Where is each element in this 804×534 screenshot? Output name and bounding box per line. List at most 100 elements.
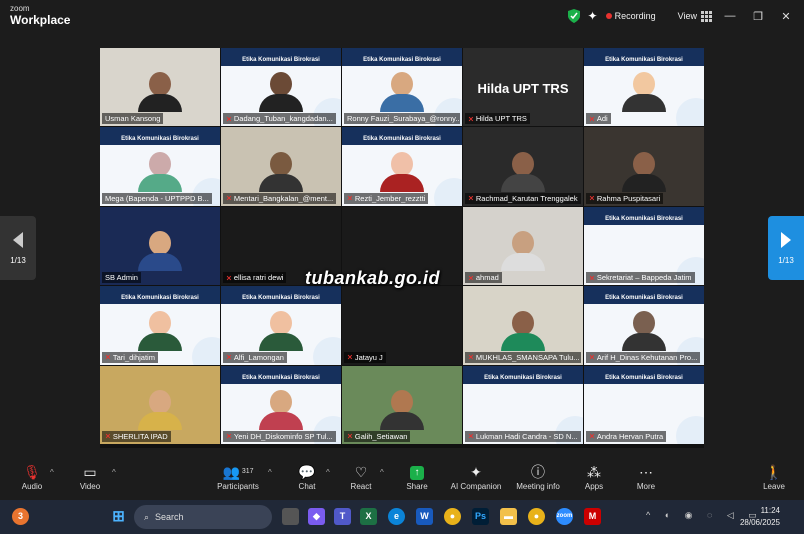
- participant-name: Alfi_Lamongan: [233, 352, 284, 362]
- weather-icon[interactable]: 3: [12, 508, 29, 525]
- system-clock[interactable]: 11:24 28/06/2025: [740, 505, 780, 529]
- file-explorer-icon[interactable]: ▬: [500, 508, 517, 525]
- close-icon[interactable]: ✕: [776, 10, 796, 23]
- participant-name: Lukman Hadi Candra - SD N...: [475, 431, 578, 441]
- windows-taskbar: 3 ⊞ ⌕ Search ◆ T X e W ● Ps ▬ ● zoom M ^…: [0, 500, 804, 534]
- participant-tile[interactable]: Etika Komunikasi Birokrasi ⨯ Tari_dihjatim: [100, 286, 220, 365]
- edge-icon[interactable]: e: [388, 508, 405, 525]
- participant-tile[interactable]: Etika Komunikasi Birokrasi ⨯ Yeni DH_Disko…: [221, 365, 341, 444]
- participant-tile[interactable]: ⨯ Mentari_Bangkalan_@ment...: [221, 127, 341, 206]
- previous-page-button[interactable]: 1/13: [0, 216, 36, 280]
- ai-companion-button[interactable]: ✦ AI Companion: [446, 462, 506, 491]
- participant-video: [501, 231, 545, 272]
- participant-video: [259, 151, 303, 192]
- mcafee-icon[interactable]: M: [584, 508, 601, 525]
- mic-muted-icon: ⨯: [347, 195, 353, 203]
- participant-tile[interactable]: Etika Komunikasi Birokrasi ⨯ Dadang_Tuban_…: [221, 48, 341, 127]
- participant-tile[interactable]: ⨯ Rachmad_Karutan Trenggalek: [463, 127, 583, 206]
- copilot-icon[interactable]: ◆: [308, 508, 325, 525]
- participants-button[interactable]: 👥 317 Participants: [208, 462, 268, 491]
- participant-tile[interactable]: Etika Komunikasi Birokrasi Mega (Bapenda …: [100, 127, 220, 206]
- participant-video: [622, 151, 666, 192]
- mic-muted-icon: ⨯: [226, 195, 232, 203]
- security-shield-icon[interactable]: [567, 9, 580, 23]
- participant-name-bar: ⨯ Sekretariat – Bappeda Jatim: [586, 272, 695, 284]
- participant-tile[interactable]: ⨯ ahmad: [463, 206, 583, 286]
- participant-tile[interactable]: ⨯ SHERLITA IPAD: [100, 365, 220, 444]
- react-label: React: [350, 482, 372, 491]
- taskbar-search[interactable]: ⌕ Search: [134, 505, 272, 529]
- participant-tile[interactable]: Etika Komunikasi Birokrasi ⨯ Sekretariat –…: [584, 206, 704, 286]
- video-options-caret-icon[interactable]: ^: [112, 468, 116, 477]
- participant-tile[interactable]: Etika Komunikasi Birokrasi ⨯ Adi: [584, 48, 704, 127]
- zoom-taskbar-icon[interactable]: zoom: [556, 508, 573, 525]
- chrome-profile-icon[interactable]: ●: [528, 508, 545, 525]
- teams-icon[interactable]: T: [334, 508, 351, 525]
- participant-tile[interactable]: ⨯ Jatayu J: [342, 286, 462, 365]
- ai-sparkle-icon[interactable]: ✦: [588, 9, 598, 23]
- task-view-icon[interactable]: [282, 508, 299, 525]
- participant-name: SHERLITA IPAD: [112, 431, 168, 441]
- participant-name-bar: ⨯ Jatayu J: [344, 351, 386, 363]
- participant-name-bar: ⨯ Rezti_Jember_rezztti: [344, 192, 429, 204]
- participant-name-bar: ⨯ Galih_Setiawan: [344, 430, 411, 442]
- slide-subtitle: Etika Komunikasi Birokrasi: [605, 374, 683, 381]
- more-button[interactable]: ⋯ More: [616, 462, 676, 491]
- page-indicator-left: 1/13: [10, 255, 26, 265]
- participants-label: Participants: [217, 482, 259, 491]
- meeting-info-label: Meeting info: [516, 482, 560, 491]
- excel-icon[interactable]: X: [360, 508, 377, 525]
- participant-tile[interactable]: Usman Kansong: [100, 48, 220, 127]
- participant-tile[interactable]: Etika Komunikasi Birokrasi ⨯ Rezti_Jember_…: [342, 127, 462, 206]
- more-label: More: [636, 482, 656, 491]
- participant-tile[interactable]: ⨯ MUKHLAS_SMANSAPA Tulu...: [463, 286, 583, 365]
- start-icon[interactable]: ⊞: [110, 508, 127, 525]
- recording-indicator[interactable]: Recording: [605, 11, 656, 21]
- participant-name-bar: ⨯ Adi: [586, 113, 611, 125]
- participant-name: Jatayu J: [354, 352, 383, 362]
- chat-caret-icon[interactable]: ^: [326, 468, 330, 477]
- minimize-icon[interactable]: —: [720, 10, 740, 22]
- apps-button[interactable]: ⁂ Apps: [564, 462, 624, 491]
- slide-subtitle: Etika Komunikasi Birokrasi: [121, 136, 199, 143]
- video-button[interactable]: ▭ Video: [60, 462, 120, 491]
- restore-icon[interactable]: ❐: [748, 10, 768, 23]
- mic-muted-icon: ⨯: [226, 433, 232, 441]
- leave-button[interactable]: 🚶 Leave: [744, 462, 804, 491]
- participant-name: Rachmad_Karutan Trenggalek: [475, 193, 578, 203]
- gallery-grid: Usman Kansong Etika Komunikasi Birokrasi ⨯…: [100, 48, 704, 448]
- participant-name: Sekretariat – Bappeda Jatim: [596, 273, 692, 283]
- mic-muted-icon: ⨯: [589, 433, 595, 441]
- participant-tile[interactable]: ⨯ Galih_Setiawan: [342, 365, 462, 444]
- participant-name-bar: ⨯ ellisa ratri dewi: [223, 272, 287, 284]
- view-button[interactable]: View: [677, 10, 712, 22]
- participant-tile[interactable]: Etika Komunikasi Birokrasi Ronny Fauzi_Su…: [342, 48, 462, 127]
- mic-muted-icon: ⨯: [589, 274, 595, 282]
- view-label: View: [677, 11, 697, 21]
- word-icon[interactable]: W: [416, 508, 433, 525]
- participant-name: Rezti_Jember_rezztti: [354, 193, 426, 203]
- participant-tile[interactable]: Etika Komunikasi Birokrasi ⨯ Lukman Hadi C…: [463, 365, 583, 444]
- app-brand: zoom Workplace: [10, 5, 70, 27]
- participant-tile[interactable]: ⨯ Rahma Puspitasari: [584, 127, 704, 206]
- photoshop-icon[interactable]: Ps: [472, 508, 489, 525]
- search-placeholder: Search: [155, 512, 184, 522]
- participants-caret-icon[interactable]: ^: [268, 468, 272, 477]
- participant-tile[interactable]: Hilda UPT TRS ⨯ Hilda UPT TRS: [463, 48, 583, 127]
- share-button[interactable]: ↑ Share: [387, 462, 447, 491]
- slide-subtitle: Etika Komunikasi Birokrasi: [242, 57, 320, 63]
- participant-name: Usman Kansong: [105, 114, 161, 124]
- participant-tile[interactable]: Etika Komunikasi Birokrasi ⨯ Arif H_Dinas …: [584, 286, 704, 365]
- participant-tile[interactable]: Etika Komunikasi Birokrasi ⨯ Alfi_Lamongan: [221, 286, 341, 365]
- participant-name-bar: ⨯ Hilda UPT TRS: [465, 113, 530, 125]
- title-bar: zoom Workplace ✦ Recording View — ❐ ✕: [0, 0, 804, 34]
- participant-tile[interactable]: Etika Komunikasi Birokrasi ⨯ Andra Hervan …: [584, 365, 704, 444]
- participant-tile[interactable]: SB Admin: [100, 206, 220, 286]
- participant-name: Mega (Bapenda - UPTPPD B...: [105, 193, 209, 203]
- meeting-info-button[interactable]: ⓘ Meeting info: [508, 462, 568, 491]
- audio-options-caret-icon[interactable]: ^: [50, 468, 54, 477]
- next-page-button[interactable]: 1/13: [768, 216, 804, 280]
- react-caret-icon[interactable]: ^: [380, 468, 384, 477]
- chrome-icon[interactable]: ●: [444, 508, 461, 525]
- participant-video: [501, 310, 545, 351]
